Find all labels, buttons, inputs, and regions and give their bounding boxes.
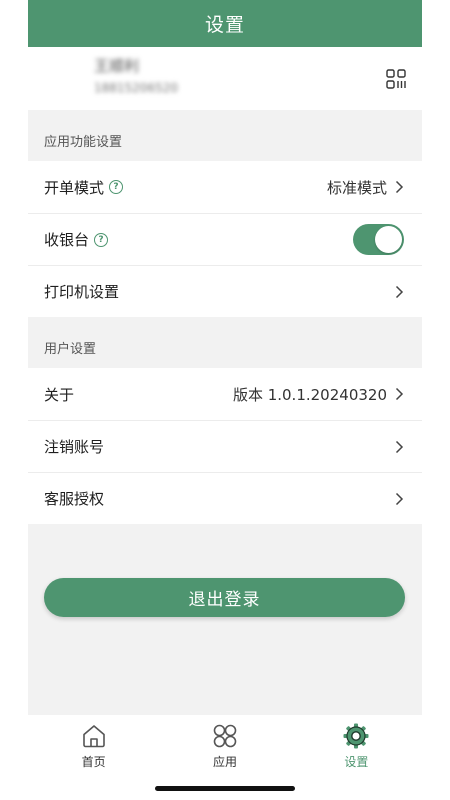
row-value-wrap [387,285,404,299]
page-title: 设置 [204,14,245,36]
logout-button[interactable]: 退出登录 [44,578,405,617]
toggle-knob [375,226,402,253]
tab-label: 设置 [344,755,369,769]
row-label-wrap: 开单模式 ? [44,177,124,198]
row-label: 客服授权 [44,490,105,508]
chevron-right-icon [395,285,404,298]
row-value-wrap: 标准模式 [327,177,404,198]
top-bar: 设置 [28,0,422,47]
tab-home[interactable]: 首页 [28,715,159,800]
home-indicator[interactable] [155,786,295,791]
row-printer-settings[interactable]: 打印机设置 [28,265,422,317]
chevron-right-icon [395,440,404,453]
row-about[interactable]: 关于 版本 1.0.1.20240320 [28,368,422,420]
row-order-mode[interactable]: 开单模式 ? 标准模式 [28,161,422,213]
home-icon [82,725,105,748]
version-value: 版本 1.0.1.20240320 [232,385,387,404]
apps-icon [213,724,237,748]
chevron-right-icon [395,180,404,194]
cashier-toggle[interactable] [353,224,404,255]
tab-label: 首页 [81,755,106,769]
chevron-right-icon [395,492,404,505]
profile-name: 王顺利 [94,57,140,75]
user-settings-group: 关于 版本 1.0.1.20240320 注销账号 客服授权 [28,368,422,524]
tab-settings[interactable]: 设置 [291,715,422,800]
row-label: 收银台 [44,231,90,249]
help-icon[interactable]: ? [94,232,109,247]
row-value-wrap [387,492,404,506]
chevron-right-icon [395,387,404,401]
app-settings-group: 开单模式 ? 标准模式 收银台 ? 打印机设置 [28,161,422,317]
row-label: 开单模式 [44,178,105,197]
profile-phone: 18815206520 [94,81,178,95]
row-label: 关于 [44,385,75,404]
row-delete-account[interactable]: 注销账号 [28,420,422,472]
profile-card[interactable]: 王顺利 18815206520 [28,47,422,110]
row-label: 注销账号 [44,438,105,456]
qr-code-icon[interactable] [386,69,406,89]
settings-screen: 设置 王顺利 18815206520 应用功能设置 开单模式 ? 标准模式 收银… [28,0,422,800]
row-label-wrap: 收银台 ? [44,229,109,250]
row-cashier: 收银台 ? [28,213,422,265]
section-title-app: 应用功能设置 [44,135,123,150]
order-mode-value: 标准模式 [326,178,387,197]
row-value-wrap: 版本 1.0.1.20240320 [233,384,404,405]
row-label: 打印机设置 [44,283,120,301]
help-icon[interactable]: ? [109,180,124,194]
section-title-user: 用户设置 [44,342,97,357]
tab-label: 应用 [212,755,237,769]
row-support-authorization[interactable]: 客服授权 [28,472,422,524]
row-value-wrap [387,440,404,454]
gear-icon [343,723,369,749]
